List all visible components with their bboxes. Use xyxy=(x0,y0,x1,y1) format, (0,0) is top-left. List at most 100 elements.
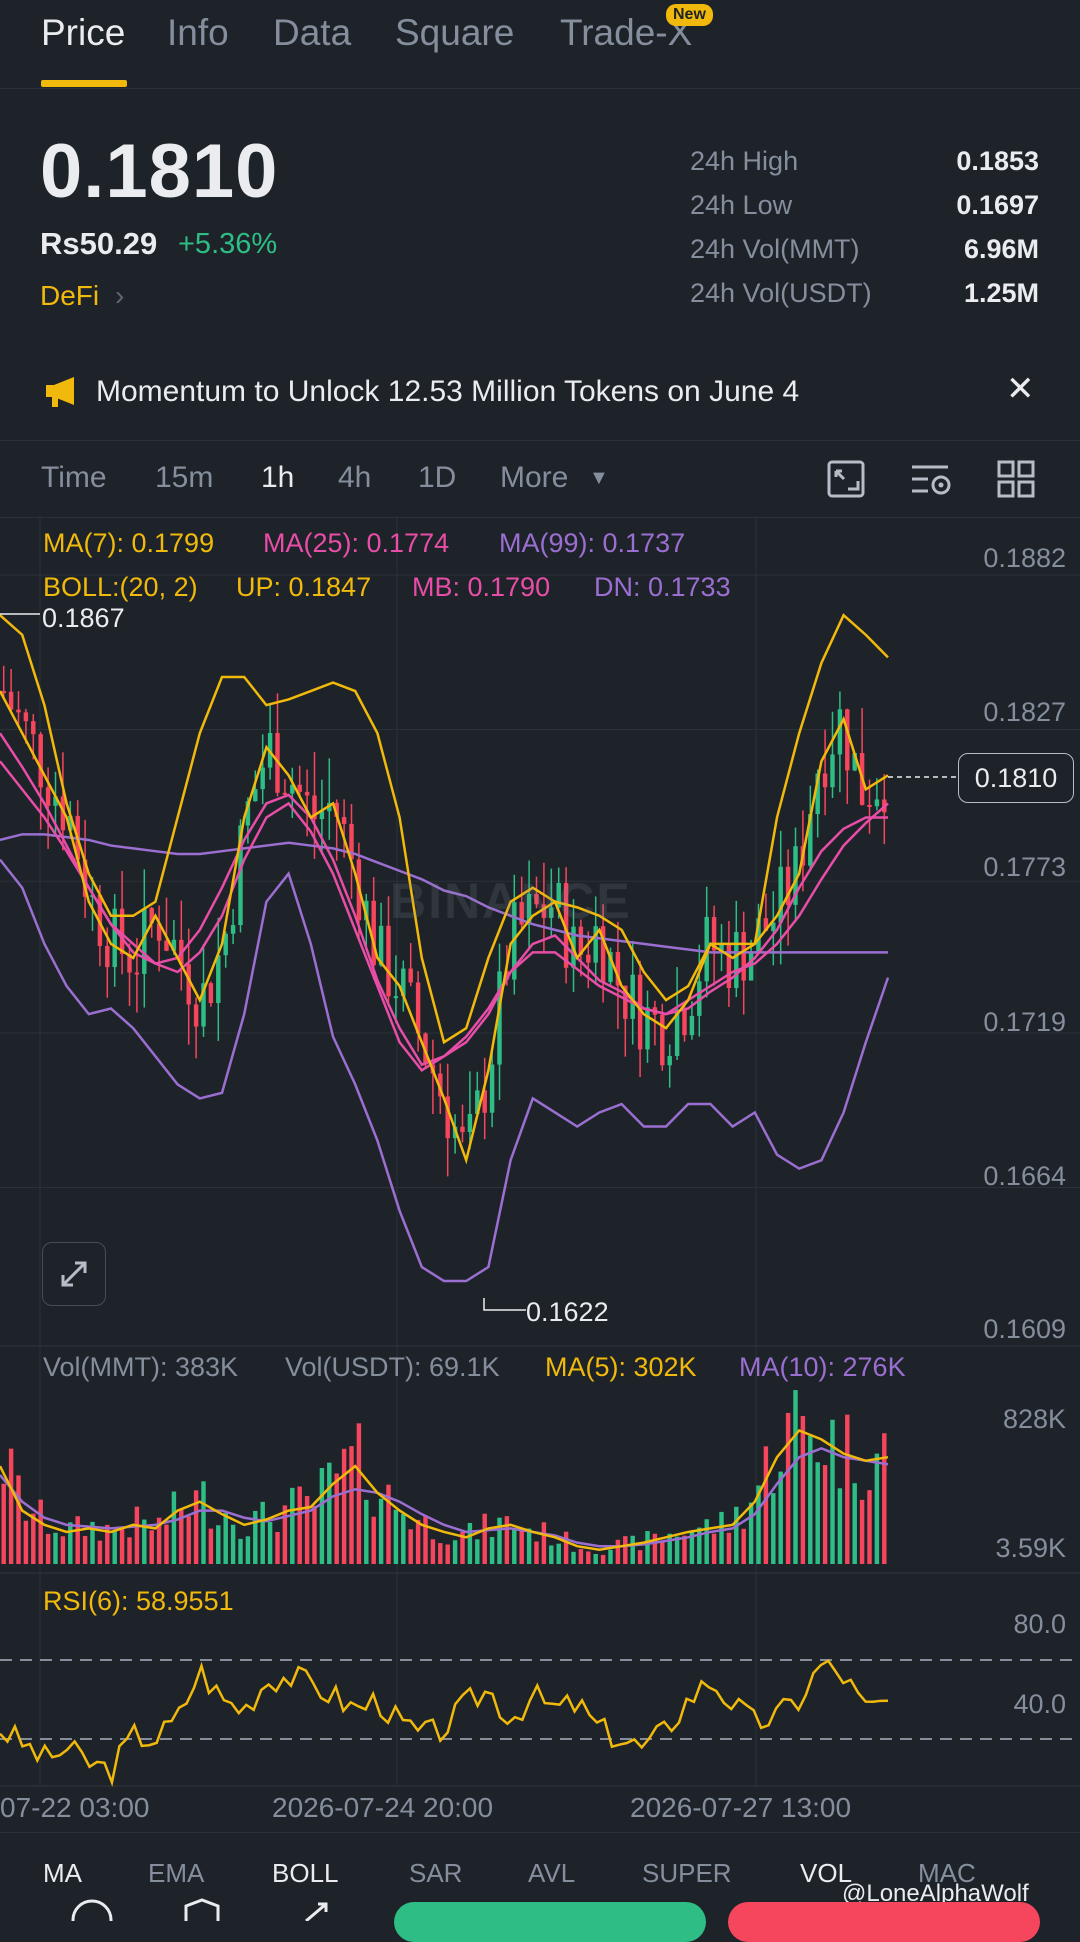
volume-bar xyxy=(608,1549,613,1564)
tab-price[interactable]: Price xyxy=(41,12,125,54)
legend-vol-ma5: MA(5): 302K xyxy=(545,1352,697,1382)
high-price-marker: 0.1867 xyxy=(42,603,125,633)
chart-type-icon[interactable] xyxy=(826,459,866,499)
indicator-tab-avl[interactable]: AVL xyxy=(528,1858,575,1889)
candle xyxy=(393,996,399,999)
interval-15m[interactable]: 15m xyxy=(155,461,213,495)
volume-bar xyxy=(134,1506,140,1564)
new-badge: New xyxy=(666,4,713,26)
volume-bar xyxy=(319,1467,325,1564)
volume-bar xyxy=(171,1491,177,1564)
buy-button[interactable] xyxy=(394,1902,706,1942)
volume-bar xyxy=(615,1539,621,1564)
volume-bar xyxy=(726,1532,732,1564)
candle xyxy=(830,754,835,788)
announcement-text[interactable]: Momentum to Unlock 12.53 Million Tokens … xyxy=(96,375,799,409)
announcement-bar[interactable]: Momentum to Unlock 12.53 Million Tokens … xyxy=(0,355,1080,431)
volume-bar xyxy=(519,1530,524,1564)
volume-bar xyxy=(497,1517,502,1564)
layout-grid-icon[interactable] xyxy=(996,459,1036,499)
legend-vol-usdt: Vol(USDT): 69.1K xyxy=(285,1352,500,1382)
interval-more[interactable]: More xyxy=(500,461,568,495)
volume-bar xyxy=(534,1541,539,1564)
alert-icon[interactable] xyxy=(180,1898,224,1921)
megaphone-icon xyxy=(46,377,74,407)
indicator-tab-super[interactable]: SUPER xyxy=(642,1858,732,1889)
volume-bar xyxy=(504,1516,510,1564)
interval-bar: Time 15m 1h 4h 1D More ▼ xyxy=(0,440,1080,518)
more-icon[interactable] xyxy=(70,1898,114,1921)
price-tick: 0.1719 xyxy=(983,1007,1066,1037)
indicator-tab-boll[interactable]: BOLL xyxy=(272,1858,339,1889)
volume-bar xyxy=(230,1524,236,1564)
candlestick-chart[interactable] xyxy=(0,516,1080,1830)
legend-vol-mmt: Vol(MMT): 383K xyxy=(43,1352,239,1382)
fullscreen-button[interactable] xyxy=(42,1242,106,1306)
volume-bar xyxy=(541,1522,547,1564)
volume-bar xyxy=(38,1499,43,1564)
volume-bar xyxy=(408,1529,413,1564)
volume-bar xyxy=(334,1473,339,1564)
legend-boll-up: UP: 0.1847 xyxy=(236,572,372,602)
indicator-settings-icon[interactable] xyxy=(910,461,954,497)
volume-bar xyxy=(290,1487,295,1564)
candle xyxy=(586,954,591,963)
volume-bar xyxy=(393,1509,399,1564)
sell-button[interactable] xyxy=(728,1902,1040,1942)
volume-bar xyxy=(645,1531,650,1564)
volume-bar xyxy=(800,1416,806,1564)
current-price-label: 0.1810 xyxy=(958,753,1074,803)
interval-1d[interactable]: 1D xyxy=(418,461,456,495)
legend-ma25: MA(25): 0.1774 xyxy=(263,528,450,558)
volume-bar xyxy=(630,1535,635,1564)
indicator-tab-ma[interactable]: MA xyxy=(43,1858,82,1889)
share-icon[interactable] xyxy=(296,1900,340,1921)
interval-1h[interactable]: 1h xyxy=(261,461,294,495)
legend-ma99: MA(99): 0.1737 xyxy=(499,528,686,558)
low-marker-line xyxy=(483,1298,526,1311)
indicator-tab-sar[interactable]: SAR xyxy=(409,1858,462,1889)
tab-info[interactable]: Info xyxy=(167,12,229,54)
volume-bar xyxy=(297,1486,302,1564)
tab-data[interactable]: Data xyxy=(273,12,351,54)
volume-bar xyxy=(31,1513,36,1564)
indicator-tab-ema[interactable]: EMA xyxy=(148,1858,204,1889)
volume-bar xyxy=(467,1522,473,1564)
volume-bar xyxy=(785,1412,791,1564)
stat-label-vol-mmt: 24h Vol(MMT) xyxy=(690,234,860,264)
category-tag[interactable]: DeFi xyxy=(40,280,99,312)
volume-bar xyxy=(208,1528,214,1564)
volume-bar xyxy=(267,1522,273,1564)
caret-down-icon[interactable]: ▼ xyxy=(589,467,609,490)
binance-watermark-logo: BINANCE xyxy=(390,873,632,929)
volume-bar xyxy=(512,1529,517,1564)
volume-bar xyxy=(719,1511,724,1564)
volume-bar xyxy=(489,1537,495,1564)
volume-bar xyxy=(438,1543,443,1564)
candle xyxy=(408,968,413,983)
volume-bar xyxy=(186,1516,191,1564)
volume-bar xyxy=(60,1536,66,1564)
volume-bar xyxy=(371,1516,376,1564)
interval-4h[interactable]: 4h xyxy=(338,461,371,495)
candle xyxy=(260,767,265,790)
close-icon[interactable]: ✕ xyxy=(1006,369,1035,409)
volume-bar xyxy=(245,1536,251,1564)
chevron-right-icon[interactable]: › xyxy=(115,280,124,312)
candle xyxy=(23,712,29,722)
legend-boll-dn: DN: 0.1733 xyxy=(594,572,731,602)
volume-bar xyxy=(593,1553,598,1564)
price-tick: 0.1882 xyxy=(983,543,1066,573)
volume-bar xyxy=(741,1528,746,1564)
volume-bar xyxy=(1,1483,6,1564)
volume-bar xyxy=(341,1448,347,1564)
interval-time[interactable]: Time xyxy=(41,461,107,495)
tab-square[interactable]: Square xyxy=(395,12,514,54)
candle xyxy=(208,983,214,1004)
candle xyxy=(134,972,140,975)
candle xyxy=(386,925,391,997)
volume-bar xyxy=(682,1535,687,1564)
volume-bar xyxy=(423,1515,428,1564)
volume-bar xyxy=(119,1529,125,1564)
volume-bar xyxy=(8,1448,14,1564)
